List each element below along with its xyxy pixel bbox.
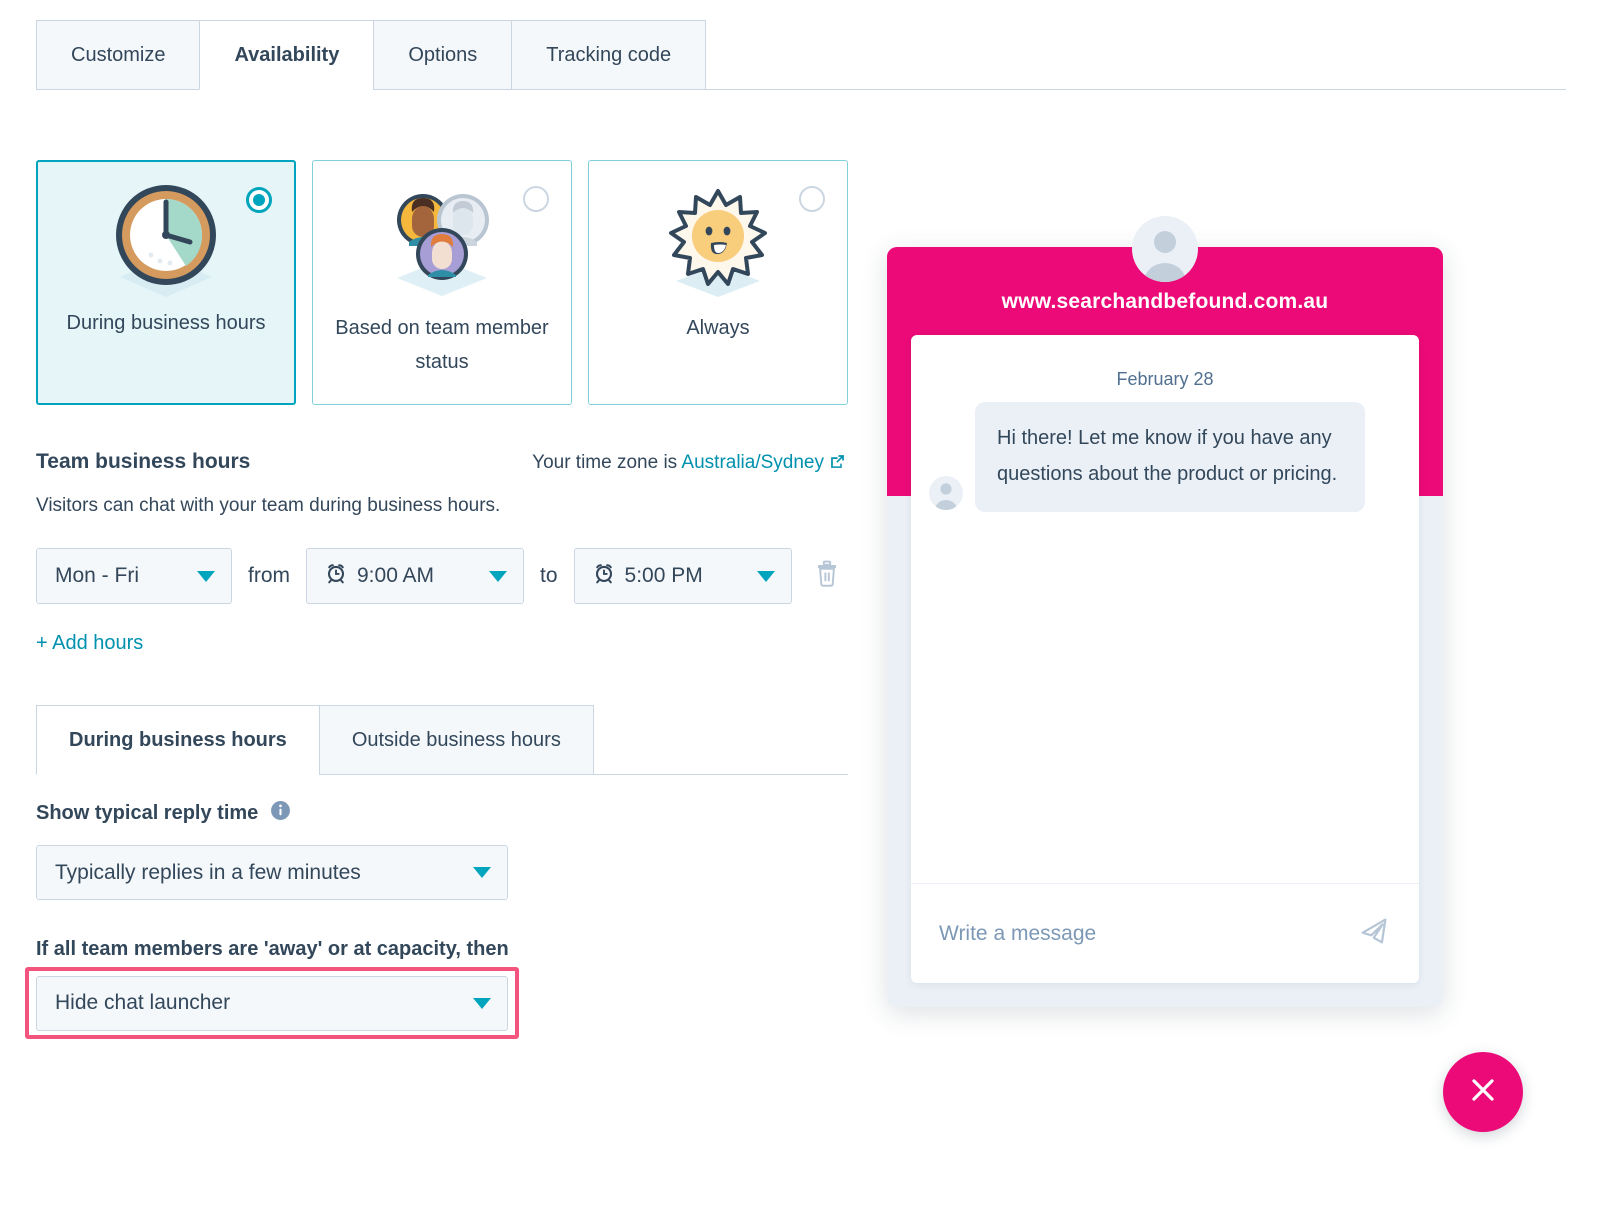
tab-availability[interactable]: Availability [199,20,374,90]
end-time-select[interactable]: 5:00 PM [573,548,792,604]
business-hours-row: Mon - Fri from 9:00 AM to 5:00 PM [36,548,840,604]
reply-time-label: Show typical reply time [36,802,259,824]
reply-time-value: Typically replies in a few minutes [55,860,361,884]
tab-tracking-code[interactable]: Tracking code [511,20,707,90]
option-card-always-label: Always [686,317,750,339]
radio-always[interactable] [799,186,825,212]
info-icon[interactable] [270,800,291,827]
tab-options-label: Options [408,43,478,66]
user-avatar-icon [1132,216,1198,282]
chat-message-input[interactable]: Write a message [939,922,1096,946]
tab-customize-label: Customize [71,43,166,66]
option-card-during-business-hours[interactable]: During business hours [36,160,296,405]
availability-options: During business hours Based on team memb… [36,160,848,405]
chevron-down-icon [473,997,491,1009]
radio-during-business-hours[interactable] [246,187,272,213]
tab-customize[interactable]: Customize [36,20,200,90]
team-avatars-icon [313,161,571,311]
tab-availability-label: Availability [234,43,340,66]
main-tabbar: Customize Availability Options Tracking … [36,20,1567,90]
option-card-always[interactable]: Always [588,160,848,405]
message-avatar-icon [929,476,963,510]
reply-time-select[interactable]: Typically replies in a few minutes [36,845,508,900]
tab-options[interactable]: Options [373,20,512,90]
chevron-down-icon [197,570,215,582]
subtab-outside-business-hours-label: Outside business hours [351,728,561,751]
subtab-during-business-hours[interactable]: During business hours [36,705,319,775]
reply-time-label-row: Show typical reply time [36,800,291,827]
section-subtitle: Visitors can chat with your team during … [36,495,501,516]
section-title: Team business hours [36,450,251,473]
away-setting-highlight: Hide chat launcher [25,967,519,1039]
trash-icon[interactable] [814,560,840,593]
from-label: from [248,564,290,587]
chat-widget-url: www.searchandbefound.com.au [1001,290,1329,313]
chevron-down-icon [489,570,507,582]
chat-message-row: Hi there! Let me know if you have any qu… [929,402,1399,512]
availability-settings-page: Customize Availability Options Tracking … [0,0,1600,1231]
alarm-clock-icon [593,562,615,590]
team-business-hours-section: Team business hours Your time zone is Au… [36,450,846,517]
timezone-link[interactable]: Australia/Sydney [681,452,824,473]
close-icon [1466,1073,1500,1112]
start-time-select[interactable]: 9:00 AM [306,548,524,604]
send-icon[interactable] [1357,914,1391,953]
radio-team-member-status[interactable] [523,186,549,212]
business-hours-subtabs: During business hours Outside business h… [36,705,848,775]
end-time-value: 5:00 PM [624,564,703,587]
add-hours-button[interactable]: + Add hours [36,632,143,655]
chat-launcher-close-button[interactable] [1443,1052,1523,1132]
chat-message-input-row[interactable]: Write a message [911,883,1419,983]
timezone-prefix: Your time zone is [532,452,682,473]
away-setting-select[interactable]: Hide chat launcher [36,975,508,1031]
external-link-icon[interactable] [829,453,846,476]
chat-widget-preview: www.searchandbefound.com.au February 28 … [887,216,1443,1007]
subtab-outside-business-hours[interactable]: Outside business hours [318,705,594,775]
option-card-team-member-status-label: Based on team member status [335,317,549,373]
away-setting-label: If all team members are 'away' or at cap… [36,938,509,960]
chat-message-bubble: Hi there! Let me know if you have any qu… [975,402,1365,512]
timezone-info: Your time zone is Australia/Sydney [532,452,846,476]
option-card-during-business-hours-label: During business hours [66,312,266,334]
chat-date-divider: February 28 [1116,369,1214,389]
alarm-clock-icon [325,562,347,590]
chevron-down-icon [473,867,491,878]
option-card-team-member-status[interactable]: Based on team member status [312,160,572,405]
day-range-select[interactable]: Mon - Fri [36,548,232,604]
clock-icon [38,162,294,312]
away-setting-value: Hide chat launcher [55,991,231,1014]
to-label: to [540,564,558,587]
chat-widget-body: February 28 Hi there! Let me know if you… [911,335,1419,983]
tab-tracking-code-label: Tracking code [546,43,672,66]
day-range-value: Mon - Fri [55,564,139,587]
chevron-down-icon [756,570,775,582]
subtab-during-business-hours-label: During business hours [69,728,287,751]
start-time-value: 9:00 AM [357,564,435,587]
sun-icon [589,161,847,311]
